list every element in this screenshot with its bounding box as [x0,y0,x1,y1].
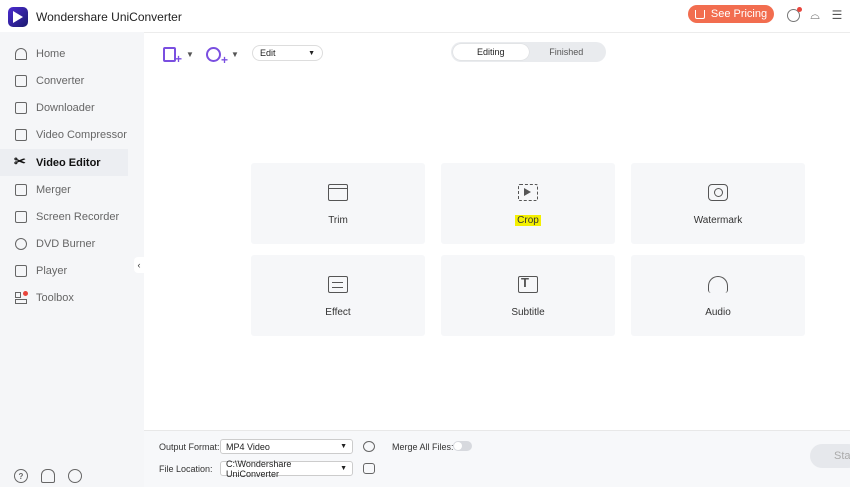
help-icon[interactable]: ? [14,469,28,483]
crop-icon [518,184,538,201]
sidebar-item-toolbox[interactable]: Toolbox [0,284,128,311]
trim-icon [328,184,348,201]
tab-finished[interactable]: Finished [529,44,605,60]
output-format-value: MP4 Video [226,441,270,452]
tool-label: Audio [705,307,731,318]
tab-editing[interactable]: Editing [453,44,529,60]
tool-label-text: Crop [515,215,541,226]
start-all-button[interactable]: Sta [810,444,850,468]
editing-finished-tabs: Editing Finished [451,42,606,62]
dvd-icon [15,237,27,250]
output-format-select[interactable]: MP4 Video ▼ [220,439,353,454]
audio-icon [708,276,728,293]
title-bar: Wondershare UniConverter See Pricing ⌓ ☰ [0,0,850,32]
sidebar-item-label: Screen Recorder [36,210,120,223]
sidebar-item-downloader[interactable]: Downloader [0,94,128,121]
sidebar-item-screen-recorder[interactable]: Screen Recorder [0,203,128,230]
tool-label: Watermark [693,215,743,226]
menu-icon[interactable]: ☰ [829,7,845,23]
file-location-select[interactable]: C:\Wondershare UniConverter ▼ [220,458,353,479]
tool-card-watermark[interactable]: Watermark [631,163,805,244]
sidebar-item-label: Toolbox [36,291,74,304]
tool-label: Effect [325,307,351,318]
app-logo-icon [8,7,28,27]
effect-icon [328,276,348,293]
mode-select-value: Edit [260,48,276,58]
folder-icon[interactable] [363,463,375,474]
chevron-down-icon: ▼ [340,465,347,472]
sidebar-item-label: DVD Burner [36,237,96,250]
see-pricing-label: See Pricing [710,8,768,20]
sidebar-item-home[interactable]: Home [0,40,128,67]
support-headset-icon[interactable]: ⌓ [807,7,823,23]
sidebar-item-merger[interactable]: Merger [0,176,128,203]
tool-card-crop[interactable]: Crop [441,163,615,244]
feedback-icon[interactable] [68,469,82,483]
sidebar-item-label: Converter [36,74,85,87]
notification-bell-icon[interactable] [41,469,55,483]
start-label: Sta [834,450,850,462]
sidebar-item-dvd-burner[interactable]: DVD Burner [0,230,128,257]
format-settings-icon[interactable] [363,441,375,452]
chevron-down-icon: ▼ [186,49,194,59]
tool-card-trim[interactable]: Trim [251,163,425,244]
toolbox-icon [15,290,28,304]
compressor-icon [15,128,27,141]
subtitle-icon [518,275,538,293]
merger-icon [15,183,27,196]
mode-select[interactable]: Edit ▼ [252,45,323,61]
sidebar-item-video-compressor[interactable]: Video Compressor [0,121,128,148]
see-pricing-button[interactable]: See Pricing [688,5,774,23]
converter-icon [15,74,27,87]
home-icon [15,47,27,60]
scissors-icon [14,153,27,170]
tool-label: Subtitle [511,307,545,318]
sidebar-item-label: Downloader [36,101,95,114]
app-title: Wondershare UniConverter [36,10,182,24]
sidebar: Home Converter Downloader Video Compress… [0,32,144,487]
add-file-icon [163,46,182,66]
downloader-icon [15,101,27,114]
add-file-button[interactable]: ▼ [163,45,194,66]
cart-icon [694,9,705,19]
output-format-label: Output Format: [159,442,220,452]
user-avatar-icon[interactable] [785,6,802,23]
chevron-down-icon: ▼ [231,49,239,59]
sidebar-item-label: Home [36,47,66,60]
sidebar-item-label: Player [36,264,68,277]
file-location-value: C:\Wondershare UniConverter [226,458,292,479]
sidebar-item-converter[interactable]: Converter [0,67,128,94]
player-icon [15,264,27,277]
file-location-label: File Location: [159,464,213,474]
sidebar-item-label: Video Compressor [36,128,127,141]
sidebar-collapse-button[interactable]: ‹ [134,257,144,273]
chevron-down-icon: ▼ [308,49,315,57]
sidebar-item-label: Video Editor [36,156,101,169]
watermark-icon [708,184,728,201]
merge-all-files-label: Merge All Files: [392,442,454,452]
sidebar-item-player[interactable]: Player [0,257,128,284]
add-disc-icon [206,46,228,67]
add-disc-button[interactable]: ▼ [206,45,239,67]
sidebar-item-video-editor[interactable]: Video Editor [0,149,128,176]
sidebar-item-label: Merger [36,183,71,196]
tool-label: Crop [441,215,615,226]
main-panel: ▼ ▼ Edit ▼ Editing Finished Trim Crop Wa… [144,32,850,487]
tool-label: Trim [328,215,348,226]
chevron-down-icon: ▼ [340,443,347,450]
screen-recorder-icon [15,210,27,223]
tool-card-effect[interactable]: Effect [251,255,425,336]
tool-card-audio[interactable]: Audio [631,255,805,336]
merge-all-files-toggle[interactable] [453,441,472,451]
bottom-bar: Output Format: MP4 Video ▼ Merge All Fil… [144,430,850,487]
tool-card-subtitle[interactable]: Subtitle [441,255,615,336]
